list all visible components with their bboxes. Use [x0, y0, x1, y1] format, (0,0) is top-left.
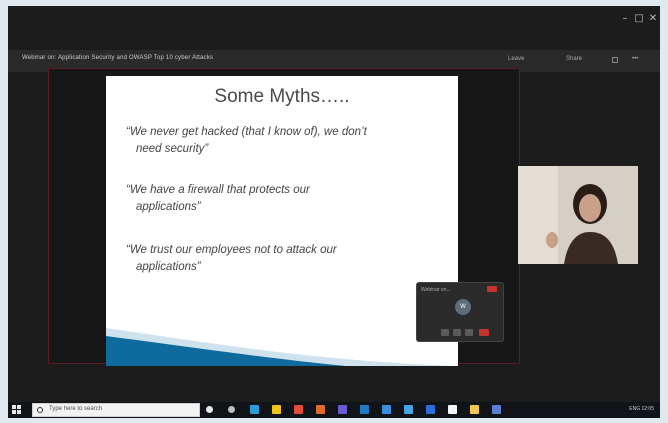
close-button[interactable]: ✕	[648, 14, 658, 24]
office-icon[interactable]	[316, 405, 325, 414]
myth-item: “We have a firewall that protects our ap…	[126, 182, 446, 216]
myth-line: “We trust our employees not to attack ou…	[126, 244, 337, 256]
powerpoint-icon[interactable]	[448, 405, 457, 414]
myth-line: “We never get hacked (that I know of), w…	[126, 126, 367, 138]
share-screen-icon[interactable]	[465, 329, 473, 336]
windows-start-icon[interactable]	[12, 405, 22, 415]
avatar: W	[455, 299, 471, 315]
minimize-button[interactable]: –	[620, 14, 630, 24]
window-titlebar: – □ ✕	[8, 6, 660, 36]
screen-frame: – □ ✕ Webinar on: Application Security a…	[8, 6, 660, 418]
search-icon	[37, 407, 43, 413]
search-placeholder: Type here to search	[49, 406, 103, 412]
layout-icon[interactable]	[612, 57, 618, 63]
maximize-button[interactable]: □	[634, 14, 644, 24]
hang-up-button[interactable]	[479, 329, 489, 336]
taskbar-search-box[interactable]: Type here to search	[32, 403, 200, 417]
store-icon[interactable]	[360, 405, 369, 414]
app-icon[interactable]	[426, 405, 435, 414]
presentation-slide: Some Myths….. “We never get hacked (that…	[106, 76, 458, 366]
myth-line: applications”	[136, 201, 201, 213]
end-call-icon[interactable]	[487, 286, 497, 292]
slide-title: Some Myths…..	[214, 86, 350, 107]
mic-icon[interactable]	[441, 329, 449, 336]
teams-icon[interactable]	[338, 405, 347, 414]
myth-line: need security”	[136, 143, 209, 155]
leave-item[interactable]: Leave	[508, 56, 524, 62]
presenter-webcam[interactable]	[518, 166, 638, 264]
camera-icon[interactable]	[453, 329, 461, 336]
presenter-video-image	[518, 166, 638, 264]
myth-line: “We have a firewall that protects our	[126, 184, 310, 196]
zoom-icon[interactable]	[492, 405, 501, 414]
windows-taskbar: Type here to search ENG 12:05	[8, 402, 660, 418]
task-view-icon[interactable]	[228, 406, 235, 413]
slide-swoosh-decoration	[106, 328, 458, 366]
floater-label: Webinar on...	[421, 287, 451, 293]
share-item[interactable]: Share	[566, 56, 582, 62]
file-explorer-icon[interactable]	[272, 405, 281, 414]
chrome-icon[interactable]	[294, 405, 303, 414]
more-options-button[interactable]: •••	[632, 56, 638, 62]
myth-item: “We never get hacked (that I know of), w…	[126, 124, 446, 158]
mail-icon[interactable]	[382, 405, 391, 414]
system-tray[interactable]: ENG 12:05	[629, 406, 654, 412]
myth-line: applications”	[136, 261, 201, 273]
cortana-icon[interactable]	[206, 406, 213, 413]
meeting-title: Webinar on: Application Security and OWA…	[22, 55, 214, 61]
photos-icon[interactable]	[404, 405, 413, 414]
edge-icon[interactable]	[250, 405, 259, 414]
settings-icon[interactable]	[470, 405, 479, 414]
myth-item: “We trust our employees not to attack ou…	[126, 242, 446, 276]
floating-meeting-controls[interactable]: Webinar on... W	[416, 282, 504, 342]
